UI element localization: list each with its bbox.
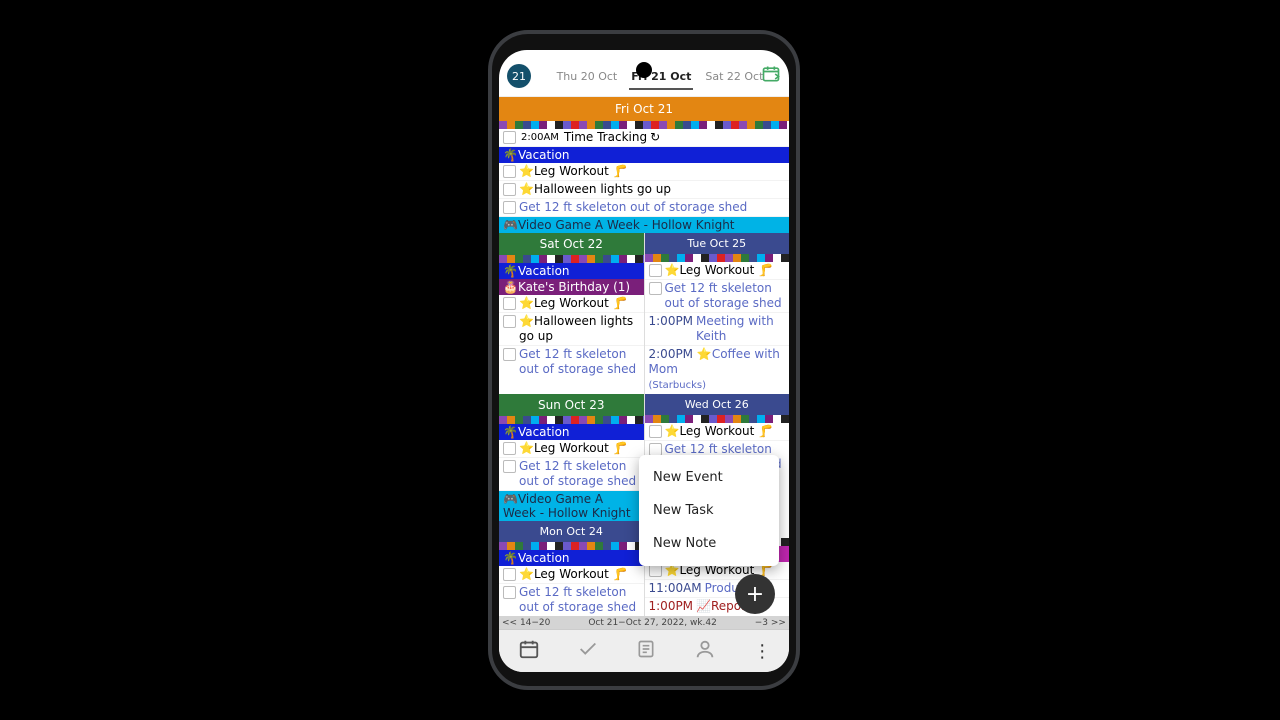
event-leg-workout[interactable]: ⭐Leg Workout 🦵 [645,423,790,441]
profile-icon[interactable] [694,638,716,664]
goto-date-icon[interactable] [761,64,781,88]
week-range: Oct 21−Oct 27, 2022, wk.42 [588,618,717,628]
event-leg-workout[interactable]: ⭐Leg Workout 🦵 [499,440,644,458]
event-label: Get 12 ft skeleton out of storage shed [519,459,642,489]
event-birthday[interactable]: 🎂Kate's Birthday (1) [499,279,644,295]
event-label: Get 12 ft skeleton out of storage shed [519,347,642,377]
next-week[interactable]: −3 >> [755,618,786,628]
event-time: 2:00AM [519,130,561,145]
event-skeleton[interactable]: Get 12 ft skeleton out of storage shed [499,584,644,617]
checkbox-icon[interactable] [503,183,516,196]
event-leg-workout[interactable]: ⭐Leg Workout 🦵 [645,262,790,280]
event-label: ⭐Leg Workout 🦵 [519,164,628,179]
checkbox-icon[interactable] [503,348,516,361]
event-label: ⭐Leg Workout 🦵 [519,567,628,582]
col-sun: Sun Oct 23 🌴Vacation ⭐Leg Workout 🦵 Get … [499,394,645,521]
event-vacation[interactable]: 🌴Vacation [499,424,644,440]
category-strip [499,255,644,263]
menu-new-event[interactable]: New Event [639,461,779,494]
day-header-tue[interactable]: Tue Oct 25 [645,233,790,254]
event-halloween[interactable]: ⭐Halloween lights go up [499,313,644,346]
checkbox-icon[interactable] [503,297,516,310]
event-label: Time Tracking [564,130,647,145]
day-header-sun[interactable]: Sun Oct 23 [499,394,644,416]
date-tabs: Thu 20 Oct Fri 21 Oct Sat 22 Oct [531,70,789,83]
checkbox-icon[interactable] [503,442,516,455]
event-time: 1:00PM [649,314,694,329]
menu-new-task[interactable]: New Task [639,494,779,527]
event-label: ⭐Halloween lights go up [519,182,671,197]
camera-notch [636,62,652,78]
event-label: ⭐Halloween lights go up [519,314,642,344]
event-leg-workout[interactable]: ⭐Leg Workout 🦵 [499,295,644,313]
event-meeting[interactable]: 1:00PM Meeting with Keith [645,313,790,346]
event-leg-workout[interactable]: ⭐Leg Workout 🦵 [499,163,789,181]
phone-frame: 21 Thu 20 Oct Fri 21 Oct Sat 22 Oct Fri … [488,30,800,690]
category-strip [645,415,790,423]
category-strip [499,416,644,424]
notes-icon[interactable] [636,639,656,663]
tab-next-day[interactable]: Sat 22 Oct [705,70,763,83]
event-label: Get 12 ft skeleton out of storage shed [665,281,788,311]
event-location: (Starbucks) [649,380,707,391]
event-time-tracking[interactable]: 2:00AM Time Tracking ↻ [499,129,789,147]
app-screen: 21 Thu 20 Oct Fri 21 Oct Sat 22 Oct Fri … [499,50,789,672]
checkbox-icon[interactable] [649,264,662,277]
event-label: ⭐Leg Workout 🦵 [665,424,774,439]
event-label: ⭐Leg Workout 🦵 [519,441,628,456]
col-sat: Sat Oct 22 🌴Vacation 🎂Kate's Birthday (1… [499,233,645,394]
today-circle[interactable]: 21 [507,64,531,88]
checkbox-icon[interactable] [503,165,516,178]
day-header-sat[interactable]: Sat Oct 22 [499,233,644,255]
event-vacation[interactable]: 🌴Vacation [499,147,789,163]
tab-prev-day[interactable]: Thu 20 Oct [557,70,618,83]
event-vacation[interactable]: 🌴Vacation [499,550,644,566]
create-menu: New Event New Task New Note [639,455,779,566]
event-skeleton[interactable]: Get 12 ft skeleton out of storage shed [499,458,644,491]
calendar-icon[interactable] [518,638,540,664]
day-header-mon[interactable]: Mon Oct 24 [499,521,644,542]
prev-week[interactable]: << 14−20 [502,618,550,628]
refresh-icon: ↻ [650,130,660,145]
fab-add[interactable]: + [735,574,775,614]
week-info-bar: << 14−20 Oct 21−Oct 27, 2022, wk.42 −3 >… [499,616,789,630]
event-label: Get 12 ft skeleton out of storage shed [519,200,747,215]
checkbox-icon[interactable] [649,282,662,295]
checkbox-icon[interactable] [503,201,516,214]
checkbox-icon[interactable] [503,315,516,328]
event-skeleton[interactable]: Get 12 ft skeleton out of storage shed [499,199,789,217]
category-strip [499,121,789,129]
checkbox-icon[interactable] [503,568,516,581]
event-label: Get 12 ft skeleton out of storage shed [519,585,642,615]
event-time: 11:00AM [649,581,702,596]
day-header-fri[interactable]: Fri Oct 21 [499,97,789,121]
overflow-icon[interactable]: ⋮ [753,641,770,662]
checkbox-icon[interactable] [503,131,516,144]
event-skeleton[interactable]: Get 12 ft skeleton out of storage shed [499,346,644,378]
event-skeleton[interactable]: Get 12 ft skeleton out of storage shed [645,280,790,313]
tasks-icon[interactable] [577,638,599,664]
event-time: 2:00PM [649,347,694,361]
event-leg-workout[interactable]: ⭐Leg Workout 🦵 [499,566,644,584]
menu-new-note[interactable]: New Note [639,527,779,560]
event-label: ⭐Leg Workout 🦵 [665,263,774,278]
event-time: 1:00PM [649,599,694,614]
event-label: ⭐Leg Workout 🦵 [519,296,628,311]
event-label: Meeting with Keith [696,314,787,344]
day-header-wed[interactable]: Wed Oct 26 [645,394,790,415]
category-strip [645,254,790,262]
event-halloween[interactable]: ⭐Halloween lights go up [499,181,789,199]
checkbox-icon[interactable] [649,425,662,438]
event-vacation[interactable]: 🌴Vacation [499,263,644,279]
event-videogame[interactable]: 🎮Video Game A Week - Hollow Knight [499,491,644,521]
checkbox-icon[interactable] [503,586,516,599]
bottom-nav: ⋮ [499,629,789,672]
row-sat-tue: Sat Oct 22 🌴Vacation 🎂Kate's Birthday (1… [499,233,789,394]
category-strip [499,542,644,550]
event-coffee[interactable]: 2:00PM ⭐Coffee with Mom (Starbucks) [645,346,790,394]
checkbox-icon[interactable] [503,460,516,473]
col-tue: Tue Oct 25 ⭐Leg Workout 🦵 Get 12 ft skel… [645,233,790,394]
event-videogame[interactable]: 🎮Video Game A Week - Hollow Knight [499,217,789,233]
